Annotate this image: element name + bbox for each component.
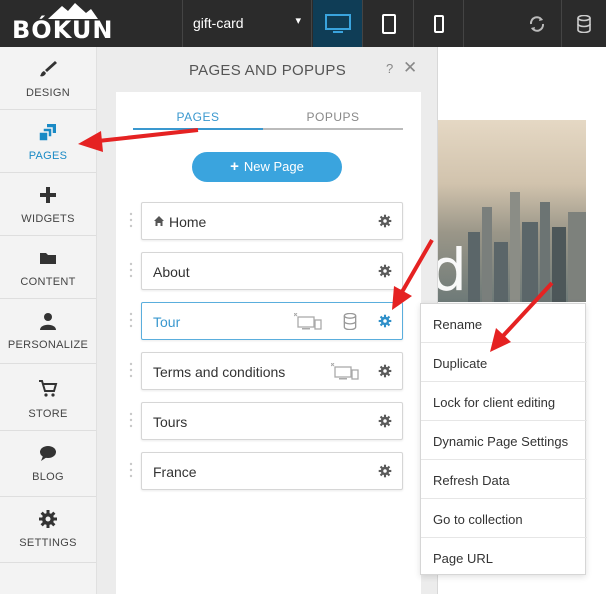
person-icon <box>40 313 56 330</box>
database-icon <box>577 14 591 33</box>
sync-button[interactable] <box>512 0 562 47</box>
gear-icon <box>39 510 57 528</box>
menu-item-lock-client-editing[interactable]: Lock for client editing <box>421 382 587 421</box>
folder-icon <box>40 253 56 264</box>
sidebar-item-label: PAGES <box>28 150 68 162</box>
close-icon[interactable]: ✕ <box>403 58 417 78</box>
sidebar-item-settings[interactable]: SETTINGS <box>0 497 96 563</box>
sidebar-item-personalize[interactable]: PERSONALIZE <box>0 299 96 364</box>
new-page-button[interactable]: + New Page <box>192 152 342 182</box>
page-name: Tour <box>153 314 181 330</box>
devices-hidden-icon[interactable] <box>331 363 359 381</box>
sidebar-item-blog[interactable]: BLOG <box>0 431 96 497</box>
desktop-view-button[interactable] <box>313 0 363 47</box>
tab-pages[interactable]: PAGES <box>133 110 263 124</box>
tab-popups[interactable]: POPUPS <box>268 110 398 124</box>
devices-hidden-icon[interactable] <box>294 313 322 331</box>
sidebar-item-store[interactable]: STORE <box>0 364 96 431</box>
bokun-logo[interactable]: BÓKUN <box>0 0 112 47</box>
chevron-down-icon: ▾ <box>295 15 301 27</box>
sidebar-item-label: BLOG <box>32 471 64 483</box>
sidebar-item-label: PERSONALIZE <box>7 339 89 351</box>
page-name: Tours <box>153 414 188 430</box>
drag-handle-icon[interactable] <box>129 412 133 428</box>
sidebar-item-label: WIDGETS <box>21 213 75 225</box>
top-bar: BÓKUN gift-card ▾ <box>0 0 606 47</box>
sidebar-item-label: DESIGN <box>26 87 70 99</box>
tab-underline <box>263 128 403 130</box>
home-icon <box>154 216 164 226</box>
speech-bubble-icon <box>40 446 56 461</box>
menu-item-duplicate[interactable]: Duplicate <box>421 343 587 382</box>
scroll-strip <box>586 47 606 594</box>
drag-handle-icon[interactable] <box>129 462 133 478</box>
site-name: gift-card <box>193 15 244 31</box>
page-name: Home <box>169 214 207 230</box>
gear-icon[interactable] <box>378 264 392 278</box>
drag-handle-icon[interactable] <box>129 262 133 278</box>
drag-handle-icon[interactable] <box>129 312 133 328</box>
left-sidebar: DESIGN PAGES WIDGETS CONTENT PERSONALIZE <box>0 47 97 594</box>
page-context-menu: Rename Duplicate Lock for client editing… <box>420 303 587 577</box>
sidebar-item-label: SETTINGS <box>19 537 77 549</box>
gear-icon[interactable] <box>378 214 392 228</box>
sidebar-item-label: CONTENT <box>20 276 76 288</box>
sidebar-item-label: STORE <box>28 408 68 420</box>
site-select[interactable]: gift-card ▾ <box>182 0 312 47</box>
desktop-icon <box>324 13 351 33</box>
sidebar-item-content[interactable]: CONTENT <box>0 236 96 299</box>
tab-underline-active <box>133 128 263 130</box>
page-name: France <box>153 464 197 480</box>
cart-icon <box>39 380 58 397</box>
gear-icon[interactable] <box>378 314 392 328</box>
page-row-terms[interactable]: Terms and conditions <box>141 352 403 390</box>
menu-item-rename[interactable]: Rename <box>421 304 587 343</box>
page-name: About <box>153 264 190 280</box>
gear-icon[interactable] <box>378 464 392 478</box>
drag-handle-icon[interactable] <box>129 212 133 228</box>
pages-panel: PAGES AND POPUPS ? ✕ PAGES POPUPS + New P… <box>97 47 438 594</box>
page-row-about[interactable]: About <box>141 252 403 290</box>
phone-icon <box>433 14 444 33</box>
drag-handle-icon[interactable] <box>129 362 133 378</box>
tablet-view-button[interactable] <box>364 0 414 47</box>
database-button[interactable] <box>562 0 606 47</box>
menu-item-go-to-collection[interactable]: Go to collection <box>421 499 587 538</box>
plus-icon <box>40 187 56 203</box>
brush-icon <box>40 61 57 77</box>
pages-card: PAGES POPUPS + New Page Home About Tour <box>116 92 421 594</box>
phone-view-button[interactable] <box>414 0 464 47</box>
menu-item-page-url[interactable]: Page URL <box>421 538 587 577</box>
sync-icon <box>529 15 544 32</box>
page-row-france[interactable]: France <box>141 452 403 490</box>
sidebar-item-design[interactable]: DESIGN <box>0 47 96 110</box>
page-row-tours[interactable]: Tours <box>141 402 403 440</box>
page-row-home[interactable]: Home <box>141 202 403 240</box>
sidebar-item-widgets[interactable]: WIDGETS <box>0 173 96 236</box>
page-name: Terms and conditions <box>153 364 286 380</box>
page-row-tour[interactable]: Tour <box>141 302 403 340</box>
logo-text: BÓKUN <box>12 16 114 44</box>
gear-icon[interactable] <box>378 414 392 428</box>
menu-item-refresh-data[interactable]: Refresh Data <box>421 460 587 499</box>
menu-item-dynamic-page-settings[interactable]: Dynamic Page Settings <box>421 421 587 460</box>
database-icon[interactable] <box>343 313 357 330</box>
gear-icon[interactable] <box>378 364 392 378</box>
tablet-icon <box>381 13 396 34</box>
sidebar-item-pages[interactable]: PAGES <box>0 110 96 173</box>
pages-icon <box>38 124 56 142</box>
new-page-label: New Page <box>243 159 304 174</box>
help-icon[interactable]: ? <box>386 61 393 76</box>
plus-icon: + <box>230 158 239 175</box>
